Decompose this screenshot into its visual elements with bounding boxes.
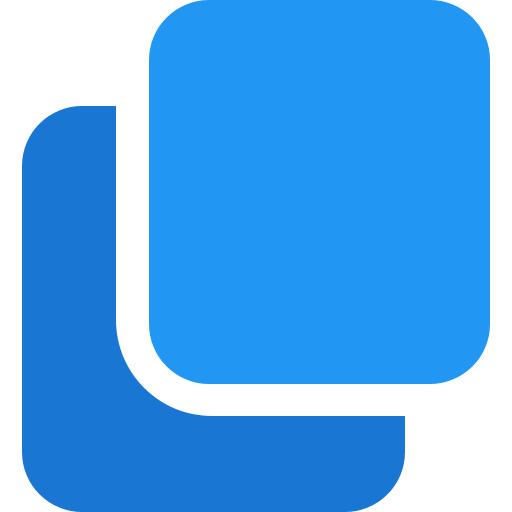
copy-icon	[22, 0, 490, 512]
front-square-shape	[149, 0, 490, 384]
icon-canvas	[0, 0, 512, 512]
